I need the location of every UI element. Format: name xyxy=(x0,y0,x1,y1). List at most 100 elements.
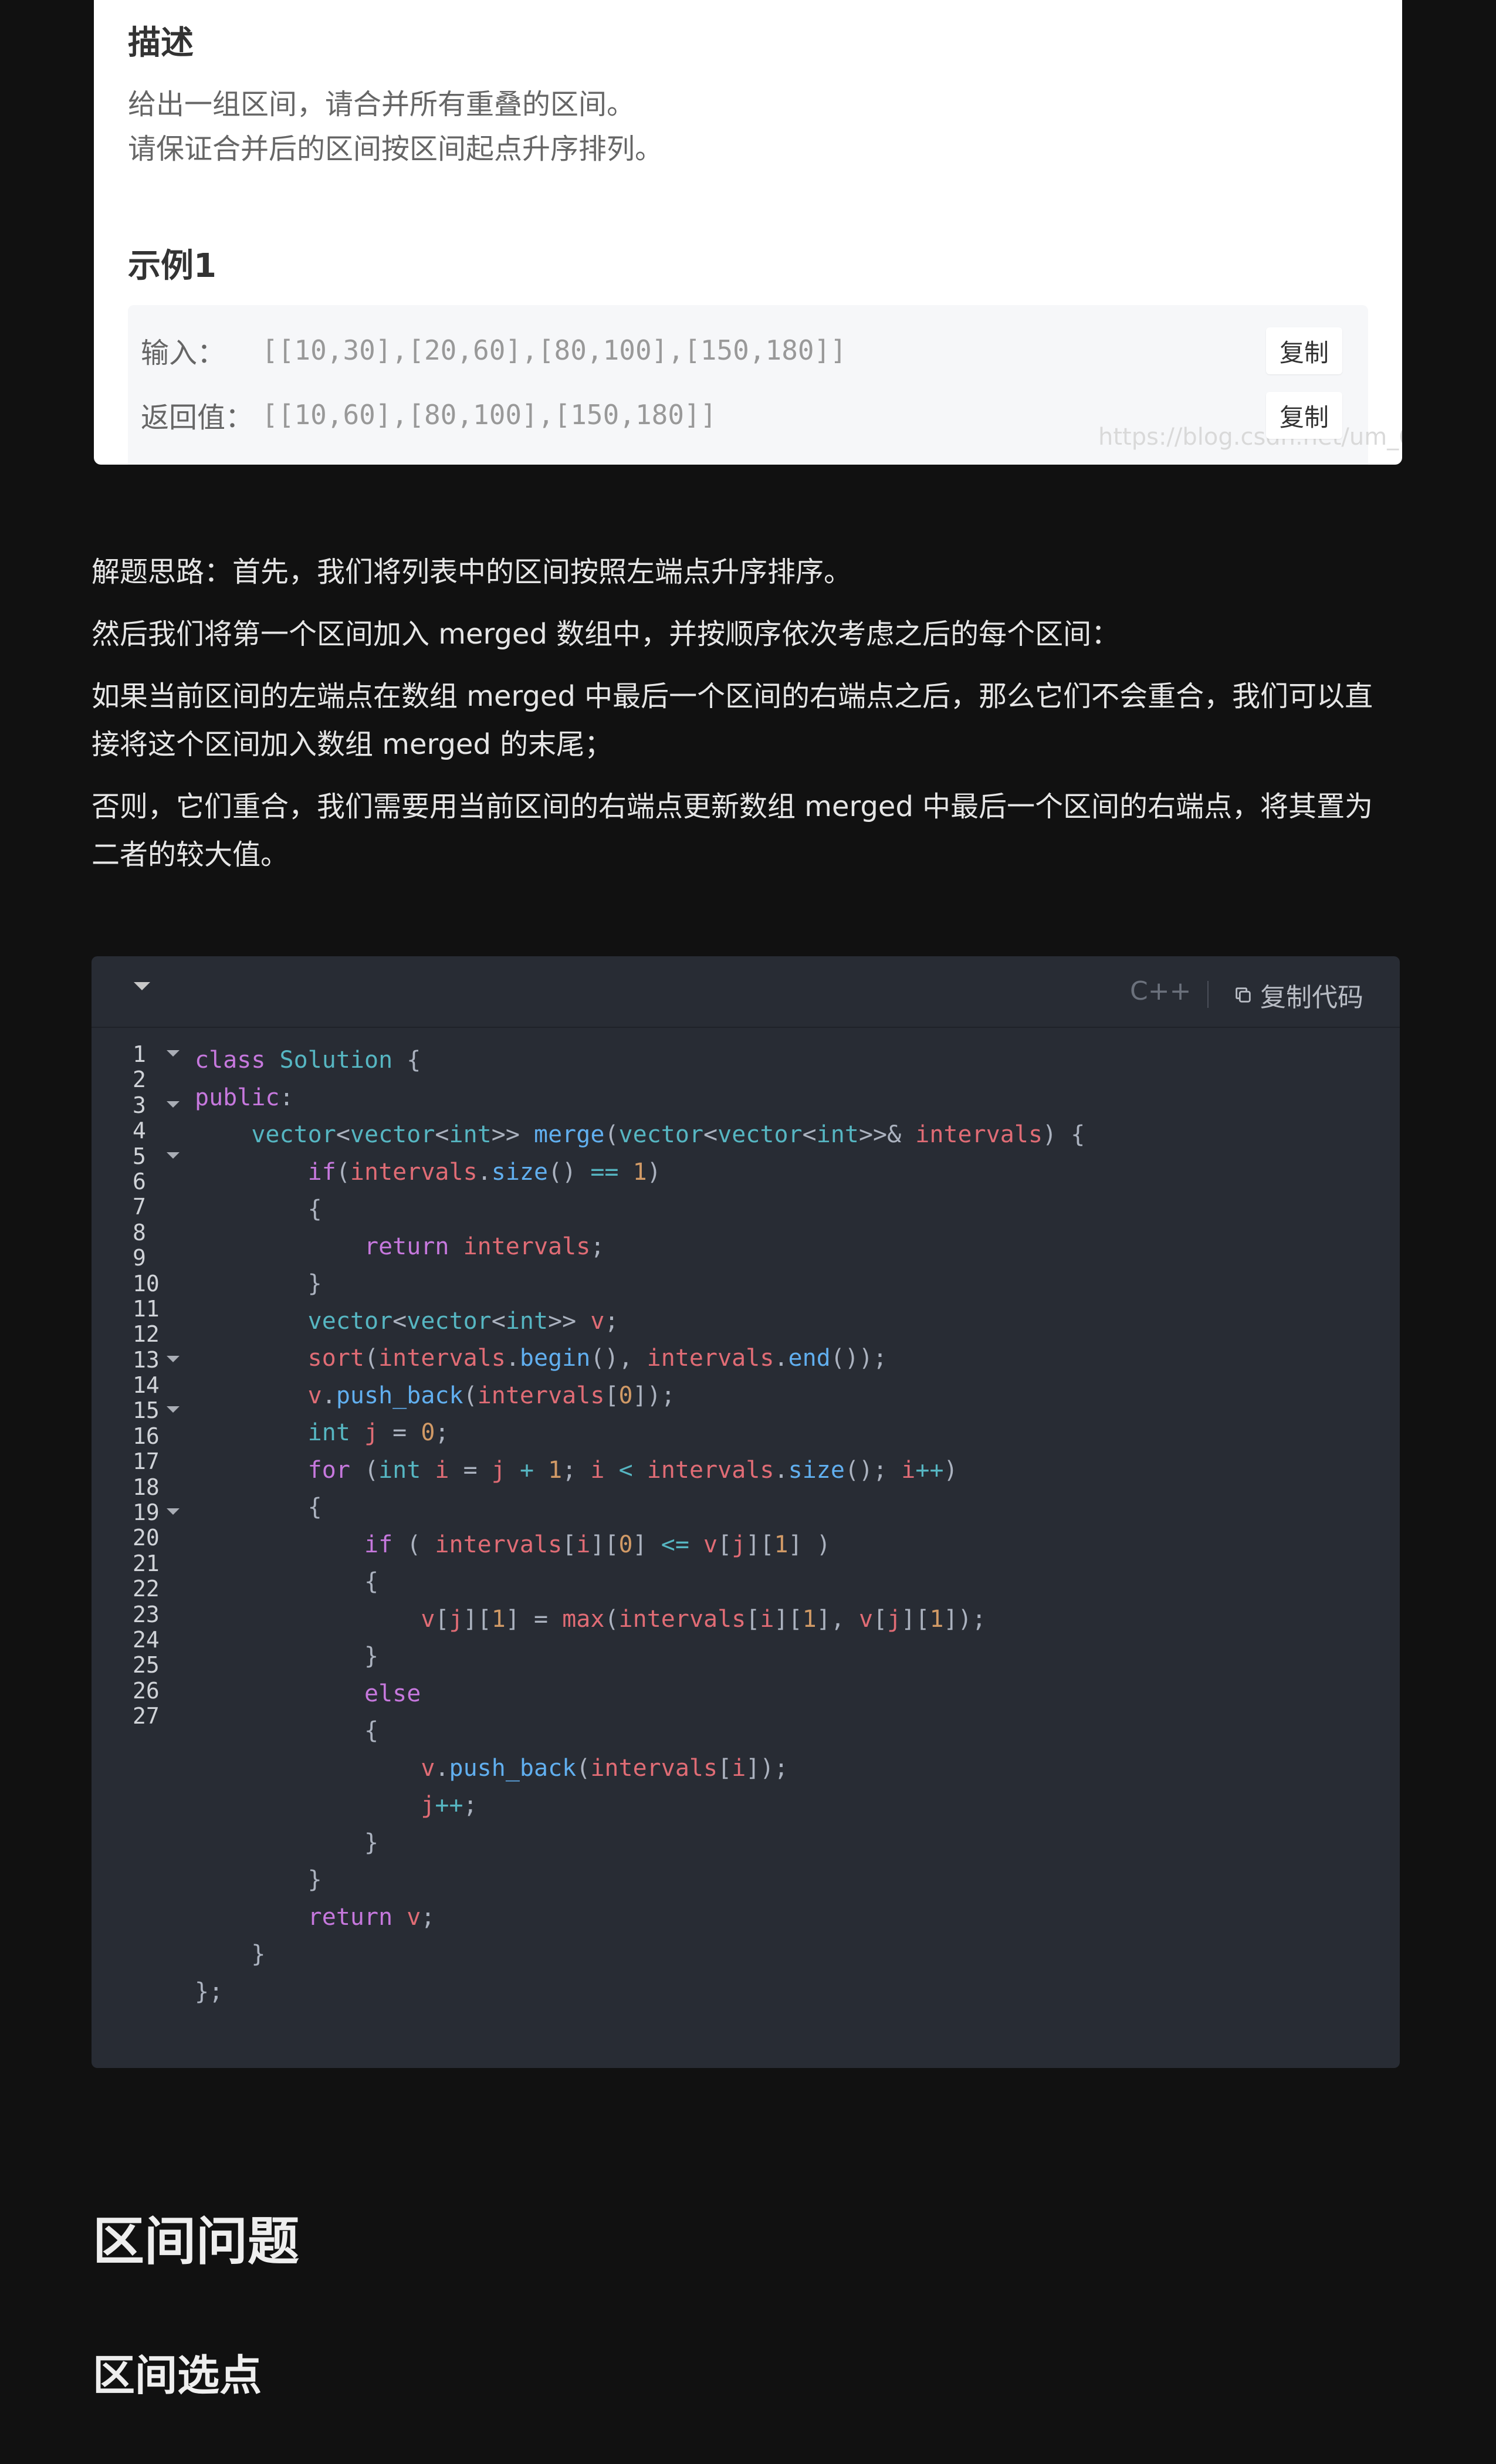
code-line: } xyxy=(195,1936,1085,1974)
code-token: ()); xyxy=(830,1345,888,1372)
code-token: } xyxy=(195,1270,322,1297)
explanation-paragraph: 然后我们将第一个区间加入 merged 数组中，并按顺序依次考虑之后的每个区间： xyxy=(92,618,1120,651)
code-token: < xyxy=(336,1121,350,1148)
line-number: 18 xyxy=(133,1474,191,1500)
code-token: { xyxy=(392,1047,421,1074)
line-number-text: 20 xyxy=(133,1525,160,1551)
line-number-text: 8 xyxy=(133,1219,146,1245)
code-token: == xyxy=(590,1158,619,1186)
code-token: v xyxy=(421,1605,435,1633)
code-token: 0 xyxy=(618,1382,633,1409)
code-token: [ xyxy=(873,1605,888,1633)
code-token: [ xyxy=(562,1531,577,1558)
fold-arrow-icon[interactable] xyxy=(167,1508,180,1515)
line-number: 12 xyxy=(133,1322,191,1347)
code-line: }; xyxy=(195,1974,1085,2011)
code-token: [ xyxy=(717,1531,732,1558)
line-number: 10 xyxy=(133,1271,191,1297)
code-token: ][ xyxy=(774,1605,803,1633)
code-line: vector<vector<int>> merge(vector<vector<… xyxy=(195,1116,1085,1154)
code-token: int xyxy=(307,1419,364,1446)
code-token: ]); xyxy=(632,1382,675,1409)
copy-code-button[interactable]: 复制代码 xyxy=(1233,976,1363,1014)
code-token: intervals xyxy=(590,1754,718,1782)
fold-arrow-icon[interactable] xyxy=(167,1050,180,1057)
code-token: int xyxy=(816,1121,859,1148)
code-token: push_back xyxy=(449,1754,577,1782)
code-line: vector<vector<int>> v; xyxy=(195,1303,1085,1341)
code-token: ][ xyxy=(746,1531,774,1558)
line-number-text: 19 xyxy=(133,1500,160,1526)
code-token: ) xyxy=(647,1158,661,1186)
copy-icon xyxy=(1233,985,1253,1005)
explanation-paragraph: 如果当前区间的左端点在数组 merged 中最后一个区间的右端点之后，那么它们不… xyxy=(92,680,1373,761)
code-token: }; xyxy=(195,1978,224,2005)
code-token: >> xyxy=(491,1121,534,1148)
explanation-paragraph: 解题思路：首先，我们将列表中的区间按照左端点升序排序。 xyxy=(92,556,852,588)
code-token: [ xyxy=(604,1382,619,1409)
line-number-text: 15 xyxy=(133,1397,160,1424)
code-token: ] xyxy=(632,1531,661,1558)
line-number: 27 xyxy=(133,1703,191,1729)
line-number: 24 xyxy=(133,1627,191,1653)
output-value: [[10,60],[80,100],[150,180]] xyxy=(262,399,717,431)
line-number-text: 2 xyxy=(133,1067,146,1093)
fold-arrow-icon[interactable] xyxy=(167,1101,180,1108)
code-token: v xyxy=(590,1307,605,1335)
code-token: size xyxy=(491,1158,549,1186)
code-token: j xyxy=(449,1605,463,1633)
fold-arrow-icon[interactable] xyxy=(167,1355,180,1362)
code-token: ; xyxy=(421,1903,435,1931)
copy-output-button[interactable]: 复制 xyxy=(1266,392,1342,439)
line-number-text: 17 xyxy=(133,1448,160,1475)
code-token: int xyxy=(449,1121,492,1148)
code-token: j xyxy=(364,1419,379,1446)
code-token: 1 xyxy=(929,1605,944,1633)
code-token: sort xyxy=(307,1345,364,1372)
code-token: return xyxy=(307,1903,407,1931)
code-token: intervals xyxy=(915,1121,1043,1148)
line-number: 25 xyxy=(133,1653,191,1678)
code-token: >> xyxy=(548,1307,591,1335)
section-heading: 区间问题 xyxy=(93,2211,300,2272)
code-line: } xyxy=(195,1825,1085,1862)
fold-arrow-icon[interactable] xyxy=(167,1406,180,1413)
code-line: { xyxy=(195,1712,1085,1750)
code-token: ( xyxy=(392,1531,435,1558)
line-number-text: 3 xyxy=(133,1092,146,1118)
line-number-text: 27 xyxy=(133,1703,160,1729)
code-token: [ xyxy=(746,1605,760,1633)
solution-explanation: 解题思路：首先，我们将列表中的区间按照左端点升序排序。 然后我们将第一个区间加入… xyxy=(92,548,1400,893)
code-token: i xyxy=(576,1531,591,1558)
code-token: ]); xyxy=(746,1754,788,1782)
code-token: = xyxy=(378,1419,421,1446)
description-text: 给出一组区间，请合并所有重叠的区间。 请保证合并后的区间按区间起点升序排列。 xyxy=(128,82,663,171)
line-number-text: 22 xyxy=(133,1576,160,1602)
code-token: { xyxy=(195,1196,322,1223)
code-token: . xyxy=(435,1754,449,1782)
code-token: intervals xyxy=(618,1605,746,1633)
copy-code-label: 复制代码 xyxy=(1260,983,1363,1013)
collapse-toggle-icon[interactable] xyxy=(134,982,150,990)
code-token: i xyxy=(732,1754,746,1782)
copy-input-button[interactable]: 复制 xyxy=(1266,327,1342,374)
line-number: 20 xyxy=(133,1525,191,1551)
fold-arrow-icon[interactable] xyxy=(167,1152,180,1159)
code-token: j xyxy=(491,1456,506,1484)
code-token: = xyxy=(449,1456,492,1484)
line-number-text: 23 xyxy=(133,1601,160,1627)
line-number-text: 14 xyxy=(133,1372,160,1399)
code-token: 1 xyxy=(802,1605,817,1633)
code-token: ( xyxy=(350,1456,379,1484)
code-block-header: C++ 复制代码 xyxy=(92,956,1400,1028)
code-line: sort(intervals.begin(), intervals.end())… xyxy=(195,1340,1085,1377)
description-line: 给出一组区间，请合并所有重叠的区间。 xyxy=(128,88,635,121)
code-token: . xyxy=(774,1456,788,1484)
code-language-label: C++ xyxy=(1130,976,1192,1006)
line-number-text: 5 xyxy=(133,1143,146,1169)
output-label: 返回值： xyxy=(141,401,254,434)
